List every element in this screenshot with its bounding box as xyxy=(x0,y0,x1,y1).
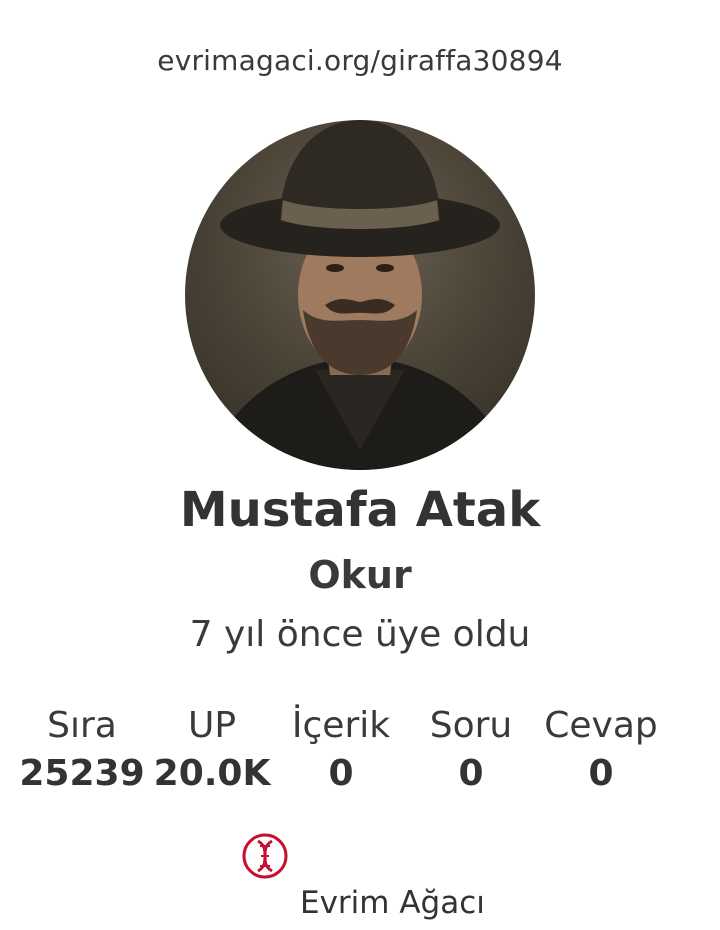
stat-label: İçerik xyxy=(291,705,391,746)
stat-questions: Soru 0 xyxy=(401,704,541,800)
profile-url[interactable]: evrimagaci.org/giraffa30894 xyxy=(0,44,720,77)
stat-label: Sıra xyxy=(47,705,117,746)
stat-label: Cevap xyxy=(544,705,658,746)
stat-label: Soru xyxy=(429,705,513,746)
stat-label: UP xyxy=(187,705,237,746)
stat-value: 25239 xyxy=(19,753,145,794)
user-role: Okur xyxy=(308,553,412,597)
stat-value: 0 xyxy=(328,753,354,794)
avatar xyxy=(185,120,535,470)
stat-value: 20.0K xyxy=(153,753,271,794)
dna-logo-icon[interactable] xyxy=(242,833,288,879)
stat-value: 0 xyxy=(458,753,484,794)
user-name: Mustafa Atak xyxy=(179,482,541,538)
brand-name[interactable]: Evrim Ağacı xyxy=(300,885,485,921)
stat-value: 0 xyxy=(588,753,614,794)
stat-content: İçerik 0 xyxy=(271,704,411,800)
profile-card: evrimagaci.org/giraffa30894 Mustafa Atak… xyxy=(0,0,720,930)
member-since: 7 yıl önce üye oldu xyxy=(189,614,531,655)
stat-answers: Cevap 0 xyxy=(531,704,671,800)
stat-rank: Sıra 25239 xyxy=(12,704,152,800)
stat-up: UP 20.0K xyxy=(142,704,282,800)
